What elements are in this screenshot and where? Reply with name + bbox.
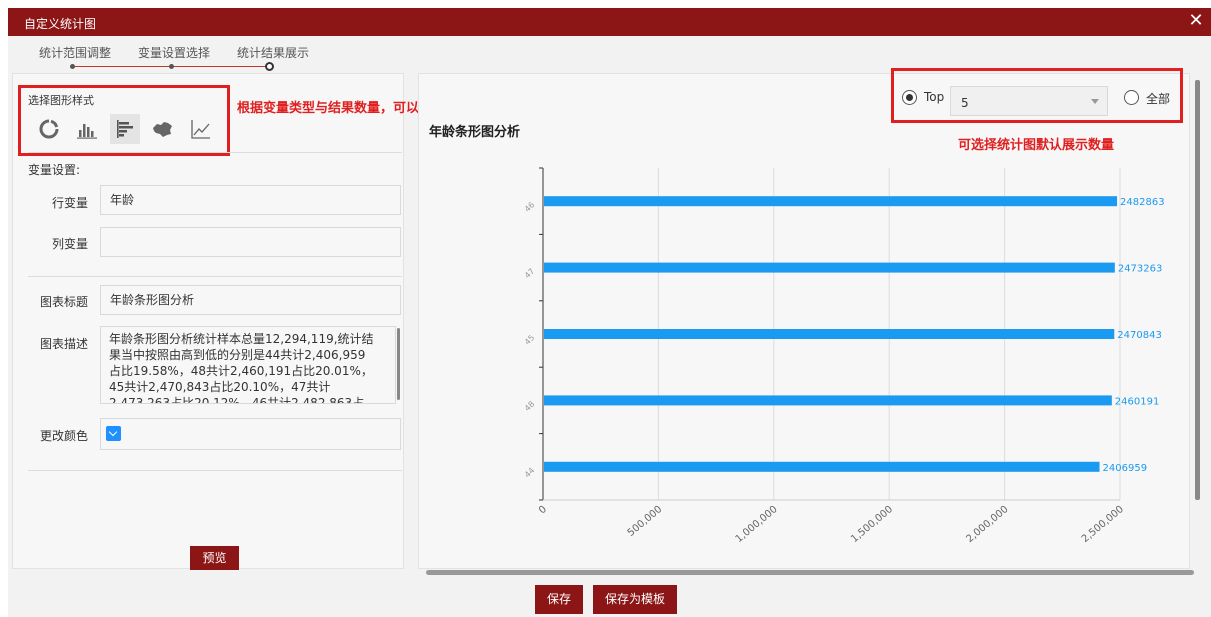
- bar: [544, 329, 1115, 339]
- color-swatch[interactable]: [106, 426, 121, 441]
- category-label: 47: [523, 267, 537, 281]
- divider: [28, 152, 402, 153]
- x-tick-label: 0: [537, 504, 549, 517]
- chart-title-label: 图表标题: [40, 295, 89, 309]
- category-label: 46: [523, 200, 537, 214]
- step-navigation: 统计范围调整 变量设置选择 统计结果展示: [8, 36, 1211, 72]
- step-dot-3: [265, 62, 274, 71]
- bar: [544, 395, 1112, 406]
- save-button[interactable]: 保存: [535, 585, 583, 614]
- bar-value-label: 2406959: [1103, 463, 1148, 474]
- variables-header: 变量设置:: [28, 163, 81, 177]
- bar-chart: 2482863 46 2473263 47 2470843 45 2460191 48 2406…: [523, 167, 1165, 545]
- divider: [28, 470, 402, 471]
- description-scrollbar[interactable]: [397, 328, 400, 400]
- x-tick-label: 2,000,000: [964, 504, 1010, 545]
- chart-title-input[interactable]: 年龄条形图分析: [100, 285, 401, 315]
- chart-vertical-scrollbar[interactable]: [1195, 80, 1200, 500]
- row-variable-label: 行变量: [52, 196, 89, 210]
- step-dot-1: [70, 64, 75, 69]
- category-label: 45: [523, 333, 537, 347]
- save-as-template-button[interactable]: 保存为模板: [593, 585, 677, 614]
- chart-description-label: 图表描述: [40, 337, 89, 351]
- bar-value-label: 2470843: [1117, 330, 1162, 341]
- x-tick-label: 1,500,000: [849, 504, 895, 545]
- x-tick-label: 1,000,000: [734, 504, 780, 545]
- category-label: 48: [523, 399, 537, 413]
- bar-value-label: 2482863: [1120, 197, 1165, 208]
- step-scope[interactable]: 统计范围调整: [39, 44, 111, 61]
- preview-button[interactable]: 预览: [190, 546, 239, 570]
- category-label: 44: [523, 466, 537, 480]
- divider: [28, 276, 402, 277]
- step-dot-2: [169, 64, 174, 69]
- top-n-highlight: [891, 68, 1183, 123]
- bar: [544, 262, 1115, 273]
- step-variables[interactable]: 变量设置选择: [138, 44, 210, 61]
- x-tick-label: 500,000: [626, 504, 665, 539]
- change-color-label: 更改颜色: [40, 429, 89, 443]
- bar: [544, 461, 1100, 472]
- chart-title: 年龄条形图分析: [429, 125, 521, 140]
- row-variable-field[interactable]: 年龄: [100, 185, 401, 215]
- chart-horizontal-scrollbar[interactable]: [426, 570, 1194, 575]
- column-variable-field[interactable]: [100, 227, 401, 257]
- dialog-title: 自定义统计图: [24, 17, 97, 31]
- bar: [544, 196, 1118, 207]
- step-results[interactable]: 统计结果展示: [237, 44, 309, 61]
- x-tick-label: 2,500,000: [1080, 504, 1126, 545]
- chart-description-text: 年龄条形图分析统计样本总量12,294,119,统计结果当中按照由高到低的分别是…: [109, 332, 374, 404]
- color-picker-field[interactable]: [100, 418, 401, 450]
- close-icon[interactable]: ✕: [1185, 10, 1207, 32]
- chart-description-textarea[interactable]: 年龄条形图分析统计样本总量12,294,119,统计结果当中按照由高到低的分别是…: [100, 326, 396, 404]
- chart-style-highlight: [18, 85, 230, 156]
- column-variable-label: 列变量: [52, 237, 89, 251]
- bar-value-label: 2473263: [1118, 264, 1163, 275]
- title-bar: 自定义统计图 ✕: [8, 8, 1211, 36]
- bar-value-label: 2460191: [1115, 396, 1160, 407]
